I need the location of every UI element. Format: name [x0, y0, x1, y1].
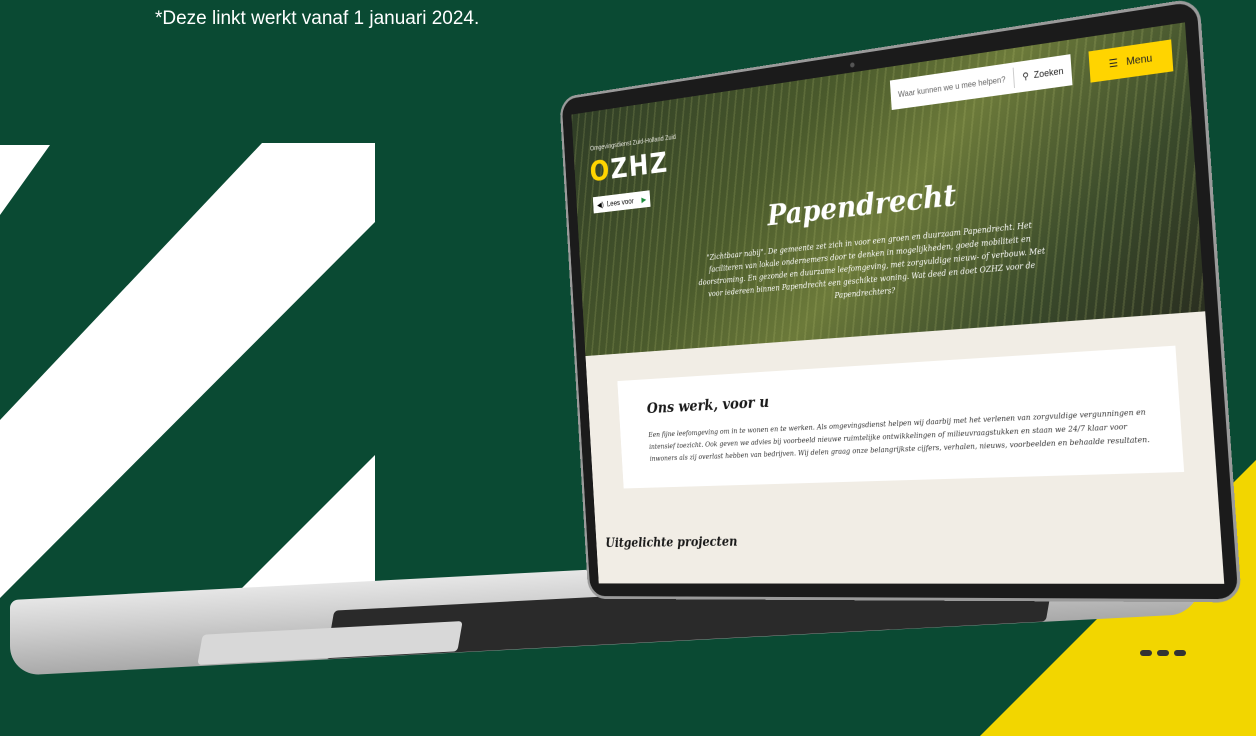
readspeaker-label: Lees voor [606, 196, 634, 208]
menu-label: Menu [1125, 52, 1153, 68]
website: Omgevingsdienst Zuid-Holland Zuid OZHZ ◀… [571, 22, 1225, 584]
laptop-ports [1140, 650, 1186, 656]
search-button-label: Zoeken [1033, 65, 1064, 81]
camera-dot [849, 62, 855, 68]
search-icon: ⚲ [1022, 70, 1030, 82]
intro-card: Ons werk, voor u Een fijne leefomgeving … [617, 345, 1185, 489]
laptop-screen: Omgevingsdienst Zuid-Holland Zuid OZHZ ◀… [559, 0, 1242, 603]
laptop: Omgevingsdienst Zuid-Holland Zuid OZHZ ◀… [0, 0, 1256, 736]
search-input[interactable]: Waar kunnen we u mee helpen? [891, 73, 1014, 99]
logo-o: O [588, 154, 612, 189]
search-button[interactable]: ⚲ Zoeken [1014, 64, 1072, 83]
play-icon: ▶ [641, 194, 647, 204]
card-text: Een fijne leefomgeving om in te wonen en… [648, 407, 1150, 463]
speaker-icon: ◀) [596, 200, 605, 209]
hamburger-icon: ☰ [1108, 57, 1119, 71]
card-title: Ons werk, voor u [646, 392, 770, 417]
screen-bezel: Omgevingsdienst Zuid-Holland Zuid OZHZ ◀… [559, 0, 1242, 603]
section-heading: Uitgelichte projecten [605, 534, 738, 551]
